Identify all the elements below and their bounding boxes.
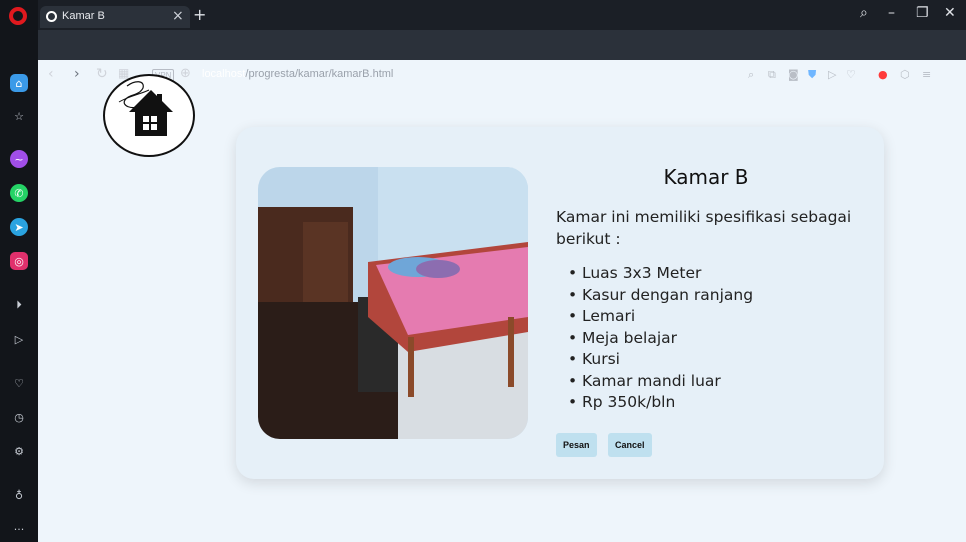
heart-icon[interactable]: ♡: [846, 68, 856, 81]
cube-icon[interactable]: ⬡: [900, 68, 910, 81]
address-bar: ‹ › ↻ ▦ VPN ⊕ localhost/progresta/kamar/…: [0, 30, 966, 83]
settings-icon[interactable]: ⚙: [10, 442, 28, 460]
easy-setup-icon[interactable]: ≡: [922, 68, 931, 81]
minimize-button[interactable]: –: [888, 5, 895, 21]
browser-titlebar: Kamar B × + ⌕ – ❐ ✕: [0, 0, 966, 30]
extension-adblock-icon[interactable]: ●: [878, 68, 888, 81]
instagram-icon[interactable]: ◎: [10, 252, 28, 270]
new-tab-button[interactable]: +: [193, 5, 206, 24]
tab-close-button[interactable]: ×: [172, 8, 184, 24]
browser-sidebar: ⌂ ☆ ~ ✆ ➤ ◎ ⏵ ▷ ♡ ◷ ⚙ ♁ ···: [0, 0, 38, 542]
list-item: Kursi: [568, 349, 753, 371]
room-photo: [258, 167, 528, 439]
list-item: Kasur dengan ranjang: [568, 285, 753, 307]
opera-logo-icon[interactable]: [9, 7, 27, 25]
telegram-icon[interactable]: ➤: [10, 218, 28, 236]
player-icon[interactable]: ⏵: [10, 296, 28, 314]
list-item: Meja belajar: [568, 328, 753, 350]
close-window-button[interactable]: ✕: [944, 5, 956, 21]
list-item: Lemari: [568, 306, 753, 328]
room-card: Kamar B Kamar ini memiliki spesifikasi s…: [236, 127, 884, 479]
restore-button[interactable]: ❐: [916, 5, 929, 21]
history-icon[interactable]: ◷: [10, 408, 28, 426]
more-icon[interactable]: ···: [10, 520, 28, 538]
back-icon[interactable]: ‹: [48, 66, 54, 82]
pesan-button[interactable]: Pesan: [556, 433, 597, 457]
whatsapp-icon[interactable]: ✆: [10, 184, 28, 202]
search-tabs-icon[interactable]: ⌕: [860, 5, 868, 21]
url-field[interactable]: localhost/progresta/kamar/kamarB.html: [202, 68, 393, 80]
tab-title: Kamar B: [62, 10, 105, 22]
heart-icon[interactable]: ♡: [10, 374, 28, 392]
opera-tab-icon: [46, 11, 57, 22]
snapshot-icon[interactable]: ⧉: [768, 68, 776, 82]
home-icon[interactable]: ⌂: [10, 74, 28, 92]
star-icon[interactable]: ☆: [10, 107, 28, 125]
forward-icon[interactable]: ›: [74, 66, 80, 82]
room-title: Kamar B: [663, 165, 749, 189]
shield-icon[interactable]: ⛊: [808, 68, 816, 82]
house-logo-icon: [118, 81, 173, 136]
camera-icon[interactable]: ◙: [788, 68, 799, 81]
messenger-icon[interactable]: ~: [10, 150, 28, 168]
url-path: /progresta/kamar/kamarB.html: [245, 68, 394, 80]
site-logo[interactable]: [103, 74, 195, 157]
room-description: Kamar ini memiliki spesifikasi sebagai b…: [556, 208, 852, 248]
search-icon[interactable]: ⌕: [748, 68, 754, 82]
list-item: Kamar mandi luar: [568, 371, 753, 393]
list-item: Rp 350k/bln: [568, 392, 753, 414]
cancel-button[interactable]: Cancel: [608, 433, 652, 457]
list-item: Luas 3x3 Meter: [568, 263, 753, 285]
feature-list: Luas 3x3 Meter Kasur dengan ranjang Lema…: [568, 263, 753, 414]
url-host: localhost: [202, 68, 246, 80]
tab-kamar-b[interactable]: Kamar B ×: [40, 6, 190, 28]
room-photo-illustration: [258, 167, 528, 439]
bulb-icon[interactable]: ♁: [10, 486, 28, 504]
play-icon[interactable]: ▷: [828, 68, 836, 81]
send-icon[interactable]: ▷: [10, 330, 28, 348]
